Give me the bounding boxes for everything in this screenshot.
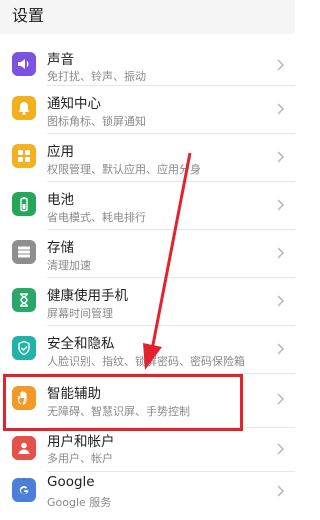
settings-item-label: 用户和帐户 (47, 434, 115, 450)
page-title: 设置 (12, 6, 45, 25)
user-icon (12, 436, 36, 460)
settings-item-label: 声音 (47, 52, 74, 68)
settings-item-subtitle: 清理加速 (47, 259, 91, 272)
speaker-icon (12, 52, 36, 76)
settings-item-label: 电池 (47, 192, 74, 208)
shield-icon (12, 336, 36, 360)
chevron-right-icon (277, 199, 285, 211)
storage-icon (12, 240, 36, 264)
battery-icon (12, 192, 36, 216)
settings-list: 声音 免打扰、铃声、振动 通知中心 图标角标、锁屏通知 应用 权限管理、默认应用… (0, 34, 295, 520)
settings-item-label: 存储 (47, 240, 74, 256)
chevron-right-icon (277, 443, 285, 455)
bell-icon (12, 96, 36, 120)
top-bar: 设置 (0, 0, 295, 35)
settings-item-subtitle: Google 服务 (47, 496, 112, 509)
settings-item-battery[interactable]: 电池 省电模式、耗电排行 (0, 182, 295, 230)
settings-item-label: 安全和隐私 (47, 336, 115, 352)
chevron-right-icon (277, 59, 285, 71)
chevron-right-icon (277, 343, 285, 355)
google-icon (12, 478, 36, 502)
settings-item-users[interactable]: 用户和帐户 多用户、帐户 (0, 428, 295, 472)
chevron-right-icon (277, 485, 285, 497)
chevron-right-icon (277, 295, 285, 307)
chevron-right-icon (277, 393, 285, 405)
settings-item-storage[interactable]: 存储 清理加速 (0, 230, 295, 278)
settings-item-google[interactable]: Google Google 服务 (0, 472, 295, 520)
settings-item-subtitle: 免打扰、铃声、振动 (47, 70, 146, 83)
grid-icon (12, 144, 36, 168)
settings-item-subtitle: 屏幕时间管理 (47, 307, 113, 320)
hourglass-icon (12, 288, 36, 312)
settings-item-security[interactable]: 安全和隐私 人脸识别、指纹、锁屏密码、密码保险箱 (0, 326, 295, 374)
settings-item-subtitle: 权限管理、默认应用、应用分身 (47, 163, 201, 176)
settings-item-digital-health[interactable]: 健康使用手机 屏幕时间管理 (0, 278, 295, 326)
settings-item-subtitle: 图标角标、锁屏通知 (47, 115, 146, 128)
settings-item-label: Google (47, 474, 95, 490)
settings-item-notifications[interactable]: 通知中心 图标角标、锁屏通知 (0, 86, 295, 134)
settings-item-label: 健康使用手机 (47, 288, 128, 304)
settings-item-label: 应用 (47, 144, 74, 160)
settings-item-subtitle: 人脸识别、指纹、锁屏密码、密码保险箱 (47, 355, 245, 368)
settings-item-sound[interactable]: 声音 免打扰、铃声、振动 (0, 34, 295, 86)
chevron-right-icon (277, 151, 285, 163)
highlight-box (3, 374, 243, 431)
chevron-right-icon (277, 247, 285, 259)
settings-item-subtitle: 多用户、帐户 (47, 452, 113, 465)
settings-item-apps[interactable]: 应用 权限管理、默认应用、应用分身 (0, 134, 295, 182)
settings-item-subtitle: 省电模式、耗电排行 (47, 211, 146, 224)
settings-item-label: 通知中心 (47, 96, 101, 112)
chevron-right-icon (277, 103, 285, 115)
